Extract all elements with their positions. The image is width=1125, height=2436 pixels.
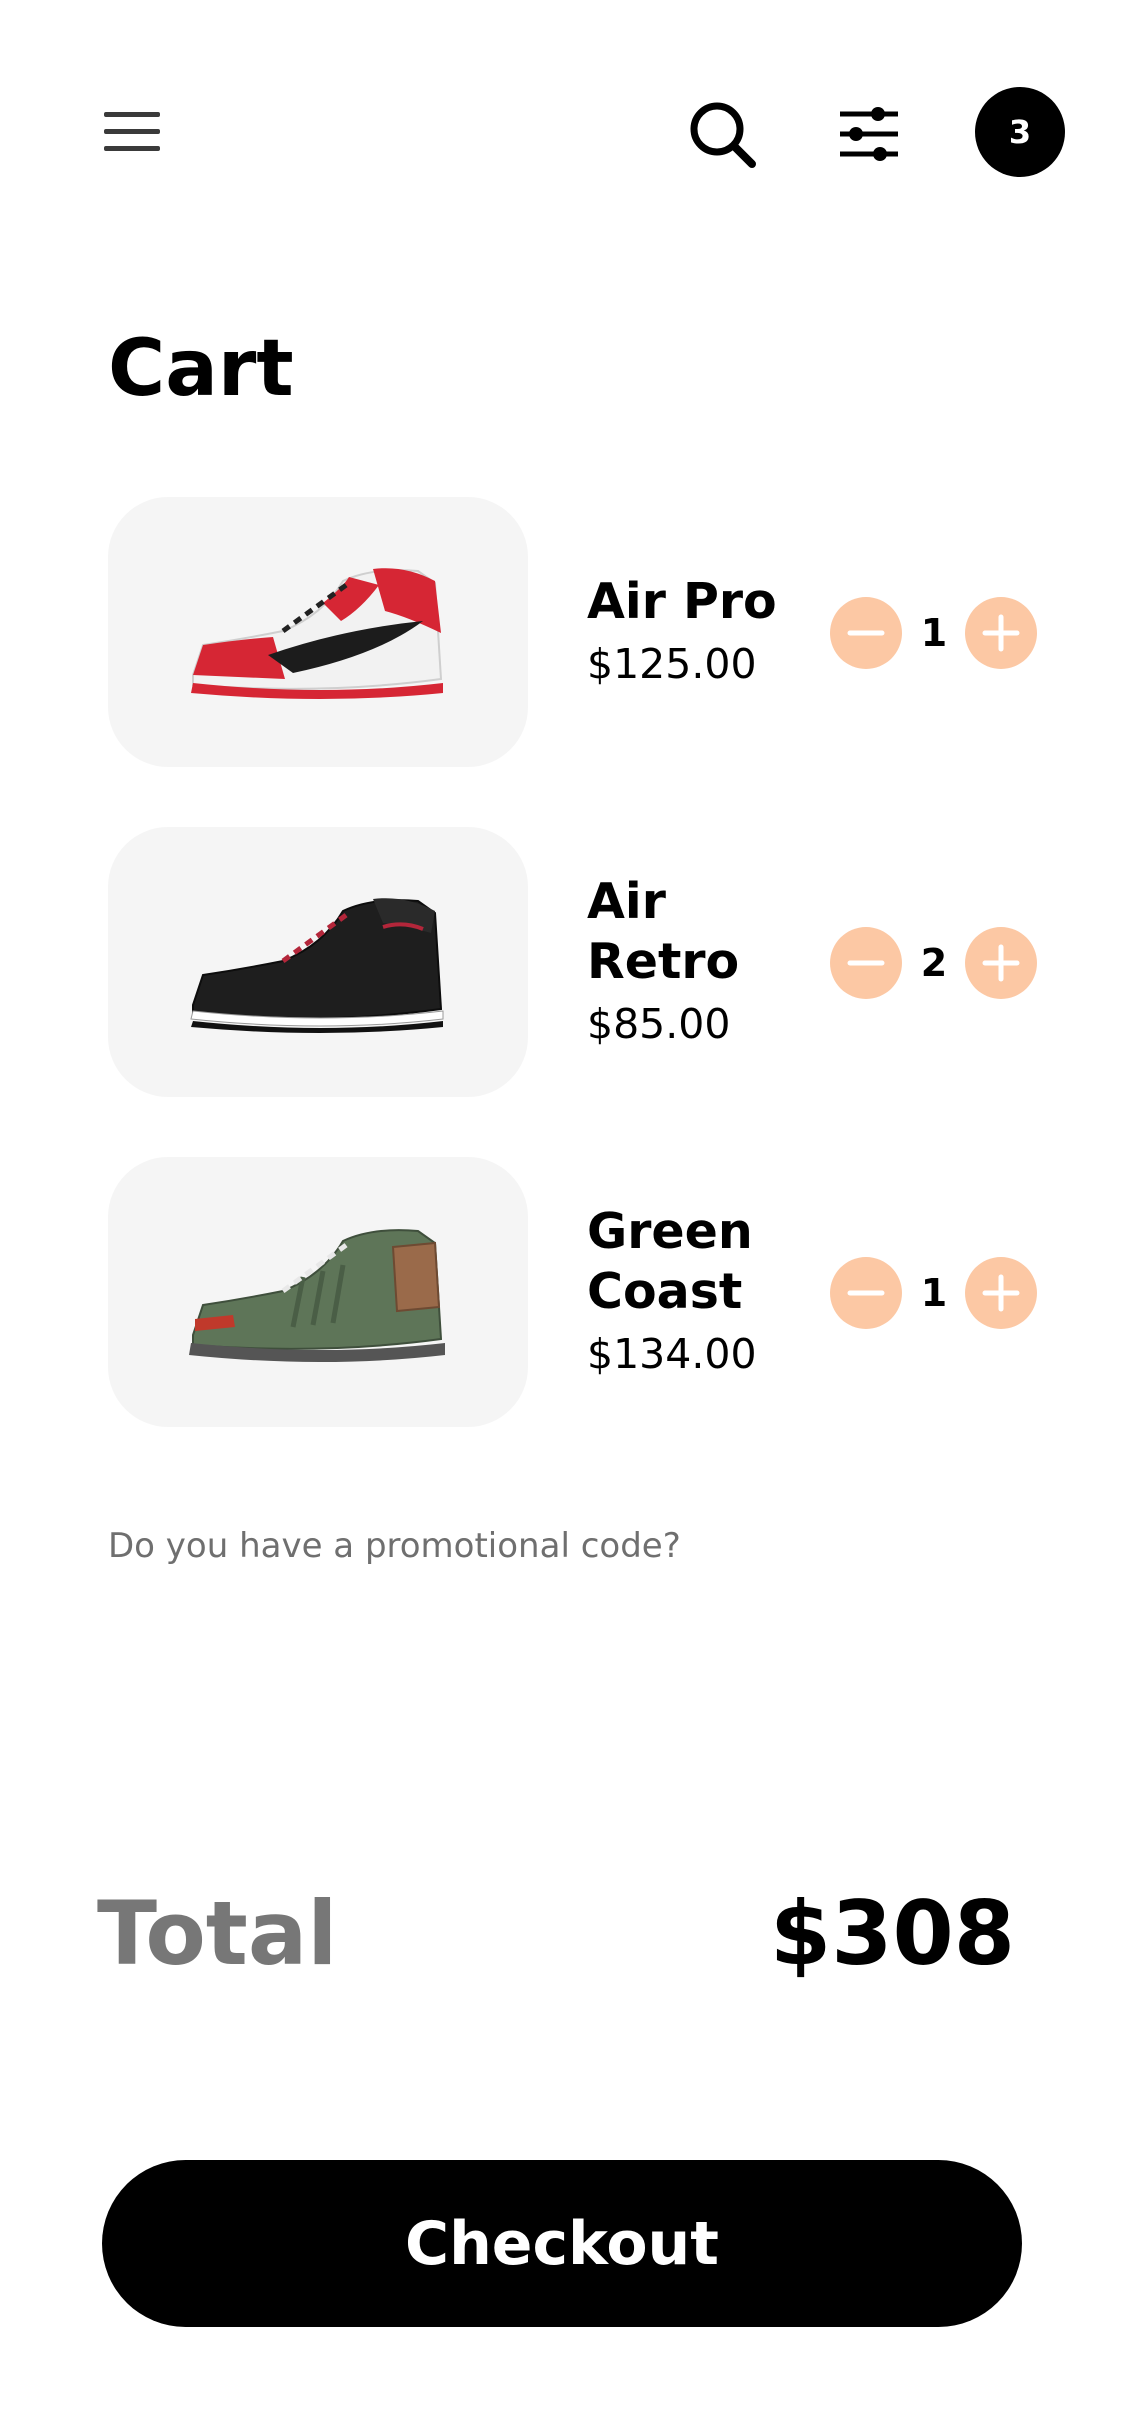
total-value: $308 — [770, 1882, 1015, 1985]
minus-icon — [847, 630, 885, 636]
quantity-value: 1 — [920, 1271, 948, 1315]
quantity-value: 1 — [920, 611, 948, 655]
checkout-button[interactable]: Checkout — [102, 2160, 1022, 2327]
plus-icon — [982, 1274, 1020, 1312]
product-price: $134.00 — [587, 1330, 757, 1378]
product-image-green-coast[interactable] — [108, 1157, 528, 1427]
sneaker-image — [191, 568, 443, 699]
product-name: Green Coast — [587, 1203, 753, 1320]
product-name: Air Retro — [587, 873, 740, 990]
filter-sliders-icon[interactable] — [838, 104, 900, 164]
product-name: Air Pro — [587, 573, 777, 630]
search-icon[interactable] — [688, 100, 758, 170]
product-price: $125.00 — [587, 640, 757, 688]
cart-count-badge[interactable]: 3 — [975, 87, 1065, 177]
quantity-value: 2 — [920, 941, 948, 985]
plus-icon — [982, 614, 1020, 652]
increase-quantity-button[interactable] — [965, 927, 1037, 999]
promo-code-link[interactable]: Do you have a promotional code? — [108, 1526, 681, 1566]
sneaker-image — [190, 898, 444, 1033]
decrease-quantity-button[interactable] — [830, 1257, 902, 1329]
decrease-quantity-button[interactable] — [830, 597, 902, 669]
increase-quantity-button[interactable] — [965, 1257, 1037, 1329]
plus-icon — [982, 944, 1020, 982]
minus-icon — [847, 1290, 885, 1296]
product-image-air-pro[interactable] — [108, 497, 528, 767]
product-image-air-retro[interactable] — [108, 827, 528, 1097]
decrease-quantity-button[interactable] — [830, 927, 902, 999]
hamburger-menu-icon[interactable] — [104, 112, 160, 152]
product-price: $85.00 — [587, 1000, 731, 1048]
minus-icon — [847, 960, 885, 966]
increase-quantity-button[interactable] — [965, 597, 1037, 669]
sneaker-image — [189, 1229, 445, 1362]
page-title: Cart — [108, 324, 294, 414]
total-label: Total — [97, 1882, 338, 1985]
